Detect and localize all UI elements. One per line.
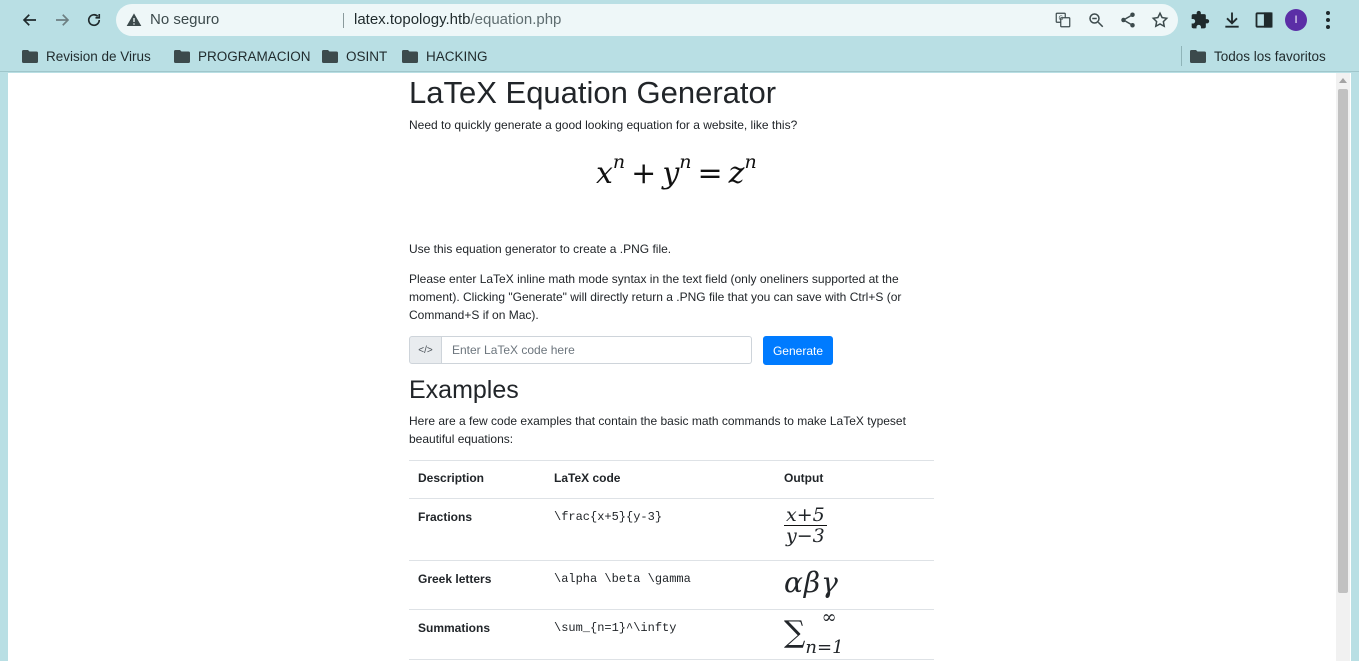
row-code: \frac{x+5}{y-3}: [545, 498, 775, 561]
examples-heading: Examples: [409, 376, 519, 404]
download-icon[interactable]: [1222, 10, 1242, 30]
folder-icon: [174, 49, 190, 63]
bookmark-label: OSINT: [346, 48, 388, 64]
folder-icon: [322, 49, 338, 63]
code-icon: </>: [409, 336, 442, 364]
table-row: Fractions \frac{x+5}{y-3} x+5 y−3: [409, 498, 934, 561]
browser-menu-button[interactable]: [1320, 9, 1336, 31]
fraction-numerator: x+5: [784, 504, 827, 526]
warning-icon: [126, 13, 142, 26]
eq-equals: =: [697, 156, 723, 191]
eq-exp: n: [679, 151, 692, 173]
generate-button[interactable]: Generate: [763, 336, 833, 365]
page-scrollbar[interactable]: [1336, 73, 1350, 661]
row-output: ∑n=1 ∞: [775, 607, 934, 660]
bookmarks-bar: Revision de Virus PROGRAMACION OSINT HAC…: [0, 40, 1359, 72]
header-description: Description: [409, 460, 545, 499]
use-text: Use this equation generator to create a …: [409, 242, 672, 256]
instructions-text: Please enter LaTeX inline math mode synt…: [409, 272, 902, 322]
folder-icon: [1190, 49, 1206, 63]
browser-toolbar: No seguro latex.topology.htb/equation.ph…: [0, 0, 1359, 40]
greek-output: αβγ: [784, 566, 839, 599]
sample-equation: xn + yn = zn: [596, 151, 757, 191]
row-output: x+5 y−3: [775, 498, 934, 561]
bookmarks-divider: [1181, 46, 1182, 66]
eq-plus: +: [631, 156, 657, 191]
bookmark-hacking[interactable]: HACKING: [402, 46, 488, 66]
address-bar[interactable]: No seguro latex.topology.htb/equation.ph…: [116, 4, 1178, 36]
bookmark-revision-de-virus[interactable]: Revision de Virus: [22, 46, 151, 66]
profile-avatar[interactable]: I: [1285, 9, 1307, 31]
translate-icon[interactable]: G: [1054, 11, 1072, 29]
reload-icon: [87, 13, 101, 27]
arrow-right-icon: [56, 14, 70, 26]
scroll-up-arrow[interactable]: [1339, 78, 1347, 83]
dot: [1326, 10, 1330, 15]
header-latex-code: LaTeX code: [545, 460, 775, 499]
all-bookmarks-label: Todos los favoritos: [1214, 48, 1326, 64]
url-text[interactable]: latex.topology.htb/equation.php: [354, 11, 561, 28]
bookmark-label: Revision de Virus: [46, 48, 151, 64]
folder-icon: [402, 49, 418, 63]
folder-icon: [22, 49, 38, 63]
scrollbar-thumb[interactable]: [1338, 89, 1348, 593]
intro-text: Need to quickly generate a good looking …: [409, 118, 798, 132]
sum-lower: n=1: [805, 637, 844, 658]
extensions-icon[interactable]: [1190, 10, 1210, 30]
eq-z: z: [728, 156, 745, 191]
latex-input-group: </>: [409, 336, 752, 364]
svg-text:G: G: [1059, 15, 1064, 22]
eq-exp: n: [744, 151, 757, 173]
table-header-row: Description LaTeX code Output: [409, 460, 934, 499]
reload-button[interactable]: [80, 6, 108, 34]
bookmark-label: PROGRAMACION: [198, 48, 311, 64]
dot: [1326, 17, 1330, 22]
sum-symbol: ∑: [784, 615, 806, 650]
fraction-output: x+5 y−3: [784, 505, 827, 546]
page-title: LaTeX Equation Generator: [409, 75, 777, 110]
row-description: Fractions: [409, 498, 545, 561]
bookmark-label: HACKING: [426, 48, 488, 64]
star-icon[interactable]: [1151, 11, 1169, 29]
eq-y: y: [662, 156, 680, 191]
share-icon[interactable]: [1119, 11, 1137, 29]
row-code: \sum_{n=1}^\infty: [545, 609, 775, 660]
sum-upper: ∞: [821, 607, 837, 628]
back-button[interactable]: [16, 6, 44, 34]
row-description: Summations: [409, 609, 545, 660]
security-label[interactable]: No seguro: [150, 11, 219, 28]
latex-input[interactable]: [442, 336, 752, 364]
arrow-left-icon: [22, 14, 36, 26]
url-path: /equation.php: [470, 11, 562, 28]
bookmark-programacion[interactable]: PROGRAMACION: [174, 46, 311, 66]
header-output: Output: [775, 460, 934, 499]
examples-description: Here are a few code examples that contai…: [409, 414, 906, 446]
table-row: Summations \sum_{n=1}^\infty ∑n=1 ∞: [409, 607, 934, 660]
omnibox-divider: [343, 13, 344, 28]
url-host: latex.topology.htb: [354, 11, 471, 28]
eq-exp: n: [612, 151, 626, 173]
side-panel-icon[interactable]: [1254, 10, 1274, 30]
fraction-denominator: y−3: [785, 525, 825, 547]
row-description: Greek letters: [409, 560, 545, 610]
examples-table: Description LaTeX code Output Fractions …: [409, 460, 934, 660]
all-bookmarks-button[interactable]: Todos los favoritos: [1190, 46, 1326, 66]
dot: [1326, 25, 1330, 30]
table-row: Greek letters \alpha \beta \gamma αβγ: [409, 560, 934, 610]
eq-x: x: [596, 156, 613, 191]
bookmark-osint[interactable]: OSINT: [322, 46, 387, 66]
row-output: αβγ: [775, 560, 934, 610]
zoom-icon[interactable]: [1087, 11, 1105, 29]
row-code: \alpha \beta \gamma: [545, 560, 775, 610]
page-viewport: LaTeX Equation Generator Need to quickly…: [8, 73, 1351, 661]
summation-output: ∑n=1 ∞: [784, 607, 844, 658]
forward-button[interactable]: [48, 6, 76, 34]
